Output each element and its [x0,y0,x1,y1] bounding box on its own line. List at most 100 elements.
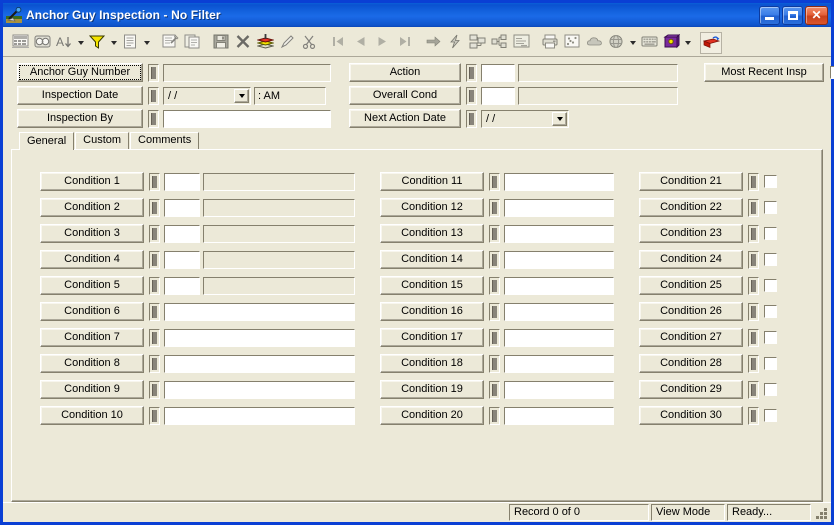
condition-2-description-input[interactable] [203,198,355,217]
tab-general[interactable]: General [19,132,75,150]
condition-11-spin[interactable] [489,172,500,191]
condition-7-spin[interactable] [149,328,160,347]
condition-27-checkbox[interactable] [764,331,777,344]
inspection-date-combo[interactable]: / / [163,86,251,105]
inspection-date-button[interactable]: Inspection Date [17,86,143,105]
condition-25-button[interactable]: Condition 25 [639,276,743,295]
condition-1-button[interactable]: Condition 1 [40,172,144,191]
condition-3-code-input[interactable] [164,224,200,243]
overall-cond-spin[interactable] [466,86,477,105]
book-dropdown-icon[interactable] [682,32,693,54]
condition-9-button[interactable]: Condition 9 [40,380,144,399]
inspection-date-spin[interactable] [148,86,159,105]
condition-1-code-input[interactable] [164,172,200,191]
chevron-down-icon[interactable] [552,111,567,126]
action-button[interactable]: Action [349,63,461,82]
condition-11-input[interactable] [504,172,614,191]
condition-18-button[interactable]: Condition 18 [380,354,484,373]
condition-10-button[interactable]: Condition 10 [40,406,144,425]
condition-14-input[interactable] [504,250,614,269]
condition-7-input[interactable] [164,328,355,347]
condition-25-checkbox[interactable] [764,279,777,292]
condition-4-button[interactable]: Condition 4 [40,250,144,269]
condition-15-button[interactable]: Condition 15 [380,276,484,295]
condition-6-input[interactable] [164,302,355,321]
condition-24-spin[interactable] [748,250,759,269]
inspection-by-input[interactable] [163,109,331,128]
next-record-icon[interactable] [371,32,393,54]
cloud-icon[interactable] [583,32,605,54]
save-icon[interactable] [210,32,232,54]
overall-cond-description-input[interactable] [518,86,678,105]
condition-26-spin[interactable] [748,302,759,321]
anchor-guy-number-button[interactable]: Anchor Guy Number [17,63,143,82]
lightning-icon[interactable] [444,32,466,54]
condition-26-button[interactable]: Condition 26 [639,302,743,321]
copy-record-icon[interactable] [181,32,203,54]
condition-15-input[interactable] [504,276,614,295]
delete-icon[interactable] [232,32,254,54]
condition-27-spin[interactable] [748,328,759,347]
condition-12-button[interactable]: Condition 12 [380,198,484,217]
next-action-date-spin[interactable] [466,109,477,128]
globe-icon[interactable] [605,32,627,54]
inspection-by-button[interactable]: Inspection By [17,109,143,128]
condition-29-checkbox[interactable] [764,383,777,396]
next-action-date-button[interactable]: Next Action Date [349,109,461,128]
condition-5-code-input[interactable] [164,276,200,295]
condition-13-spin[interactable] [489,224,500,243]
condition-3-spin[interactable] [149,224,160,243]
anchor-guy-number-spin[interactable] [148,63,159,82]
condition-21-button[interactable]: Condition 21 [639,172,743,191]
condition-25-spin[interactable] [748,276,759,295]
title-bar[interactable]: Anchor Guy Inspection - No Filter ✕ [3,3,831,27]
condition-18-spin[interactable] [489,354,500,373]
tab-comments[interactable]: Comments [130,132,200,149]
filter-dropdown-icon[interactable] [108,32,119,54]
find-record-icon[interactable] [31,32,53,54]
condition-28-button[interactable]: Condition 28 [639,354,743,373]
notes-icon[interactable] [510,32,532,54]
condition-20-spin[interactable] [489,406,500,425]
minimize-button[interactable] [759,5,780,25]
condition-1-description-input[interactable] [203,172,355,191]
report-dropdown-icon[interactable] [141,32,152,54]
condition-5-description-input[interactable] [203,276,355,295]
condition-7-button[interactable]: Condition 7 [40,328,144,347]
condition-17-spin[interactable] [489,328,500,347]
action-spin[interactable] [466,63,477,82]
condition-23-spin[interactable] [748,224,759,243]
condition-17-button[interactable]: Condition 17 [380,328,484,347]
anchor-guy-number-input[interactable] [163,63,331,82]
goto-record-icon[interactable] [422,32,444,54]
condition-12-spin[interactable] [489,198,500,217]
condition-17-input[interactable] [504,328,614,347]
condition-28-spin[interactable] [748,354,759,373]
close-button[interactable]: ✕ [805,5,828,25]
condition-4-code-input[interactable] [164,250,200,269]
condition-19-input[interactable] [504,380,614,399]
condition-22-button[interactable]: Condition 22 [639,198,743,217]
select-records-icon[interactable] [9,32,31,54]
condition-23-button[interactable]: Condition 23 [639,224,743,243]
related-records-icon[interactable] [466,32,488,54]
condition-20-button[interactable]: Condition 20 [380,406,484,425]
main-toolbar[interactable]: A [3,27,831,57]
condition-21-spin[interactable] [748,172,759,191]
book-icon[interactable] [660,32,682,54]
keyboard-icon[interactable] [638,32,660,54]
condition-3-button[interactable]: Condition 3 [40,224,144,243]
condition-11-button[interactable]: Condition 11 [380,172,484,191]
condition-16-input[interactable] [504,302,614,321]
condition-23-checkbox[interactable] [764,227,777,240]
condition-1-spin[interactable] [149,172,160,191]
condition-18-input[interactable] [504,354,614,373]
condition-30-button[interactable]: Condition 30 [639,406,743,425]
condition-2-button[interactable]: Condition 2 [40,198,144,217]
condition-27-button[interactable]: Condition 27 [639,328,743,347]
globe-dropdown-icon[interactable] [627,32,638,54]
action-code-input[interactable] [481,63,515,82]
scissors-icon[interactable] [298,32,320,54]
condition-19-spin[interactable] [489,380,500,399]
condition-2-spin[interactable] [149,198,160,217]
